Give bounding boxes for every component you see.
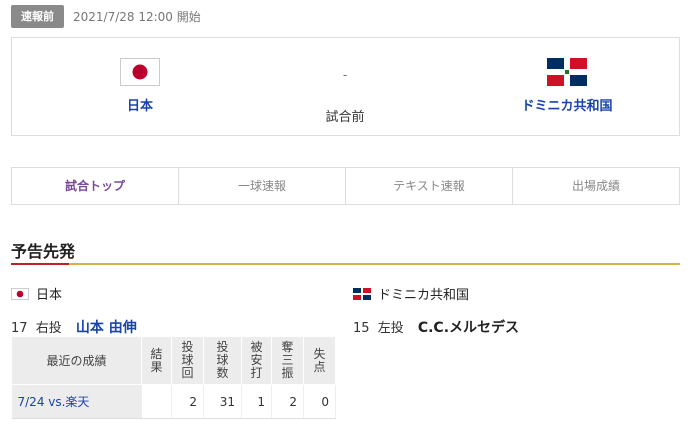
tab-player-stats[interactable]: 出場成績 [513, 168, 679, 204]
cell-runs: 0 [303, 384, 336, 419]
dominican-republic-flag-icon [547, 58, 587, 86]
away-pitcher-hand: 左投 [377, 321, 404, 336]
status-badge: 速報前 [11, 5, 64, 28]
header-runs: 失点 [303, 336, 336, 385]
away-country-name: ドミニカ共和国 [378, 288, 470, 303]
header-strikeouts: 奪三振 [271, 336, 304, 385]
game-status: 試合前 [325, 110, 365, 125]
header-hits: 被安打 [241, 336, 272, 385]
away-team[interactable]: ドミニカ共和国 [482, 58, 652, 114]
home-pitcher-number: 17 [11, 321, 28, 336]
section-title: 予告先発 [11, 242, 76, 261]
cell-hits: 1 [241, 384, 272, 419]
away-pitcher-name: C.C.メルセデス [417, 320, 520, 336]
start-datetime: 2021/7/28 12:00 開始 [73, 10, 201, 24]
header-innings: 投球回 [171, 336, 204, 385]
table-row: 7/24 vs.楽天 2 31 1 2 0 [11, 384, 336, 419]
cell-pitches: 31 [203, 384, 242, 419]
home-team[interactable]: 日本 [100, 58, 180, 114]
dominican-republic-flag-icon [353, 287, 371, 300]
home-country-row: 日本 [11, 284, 137, 303]
away-pitcher-line: 15 左投 C.C.メルセデス [353, 317, 519, 337]
header-result: 結果 [141, 336, 172, 385]
home-team-name[interactable]: 日本 [100, 95, 180, 114]
away-team-name[interactable]: ドミニカ共和国 [482, 95, 652, 114]
section-divider [11, 263, 680, 265]
home-pitcher-line: 17 右投 山本 由伸 [11, 317, 137, 337]
header-recent-results: 最近の成績 [11, 336, 142, 385]
tab-text-live[interactable]: テキスト速報 [346, 168, 513, 204]
tab-pitch-by-pitch[interactable]: 一球速報 [179, 168, 346, 204]
section-divider-accent [11, 263, 69, 265]
japan-flag-icon [11, 287, 29, 300]
status-row: 速報前 2021/7/28 12:00 開始 [11, 5, 201, 28]
cell-innings: 2 [171, 384, 204, 419]
away-pitcher-number: 15 [353, 321, 370, 336]
home-probable-pitcher: 日本 17 右投 山本 由伸 [11, 284, 137, 337]
home-country-name: 日本 [36, 288, 63, 303]
cell-result [141, 384, 172, 419]
tab-game-top[interactable]: 試合トップ [12, 168, 179, 204]
home-pitcher-name-link[interactable]: 山本 由伸 [76, 320, 137, 336]
stats-header-row: 最近の成績 結果 投球回 投球数 被安打 奪三振 失点 [11, 336, 336, 385]
score: - [342, 68, 348, 82]
recent-stats-table: 最近の成績 結果 投球回 投球数 被安打 奪三振 失点 7/24 vs.楽天 2… [11, 336, 336, 419]
game-tabs: 試合トップ 一球速報 テキスト速報 出場成績 [11, 167, 680, 205]
away-country-row: ドミニカ共和国 [353, 284, 519, 303]
cell-strikeouts: 2 [271, 384, 304, 419]
scoreboard: 日本 - 試合前 ドミニカ共和国 [11, 37, 680, 136]
away-probable-pitcher: ドミニカ共和国 15 左投 C.C.メルセデス [353, 284, 519, 337]
game-link[interactable]: 7/24 vs.楽天 [11, 384, 142, 419]
japan-flag-icon [120, 58, 160, 86]
header-pitches: 投球数 [203, 336, 242, 385]
home-pitcher-hand: 右投 [35, 321, 62, 336]
